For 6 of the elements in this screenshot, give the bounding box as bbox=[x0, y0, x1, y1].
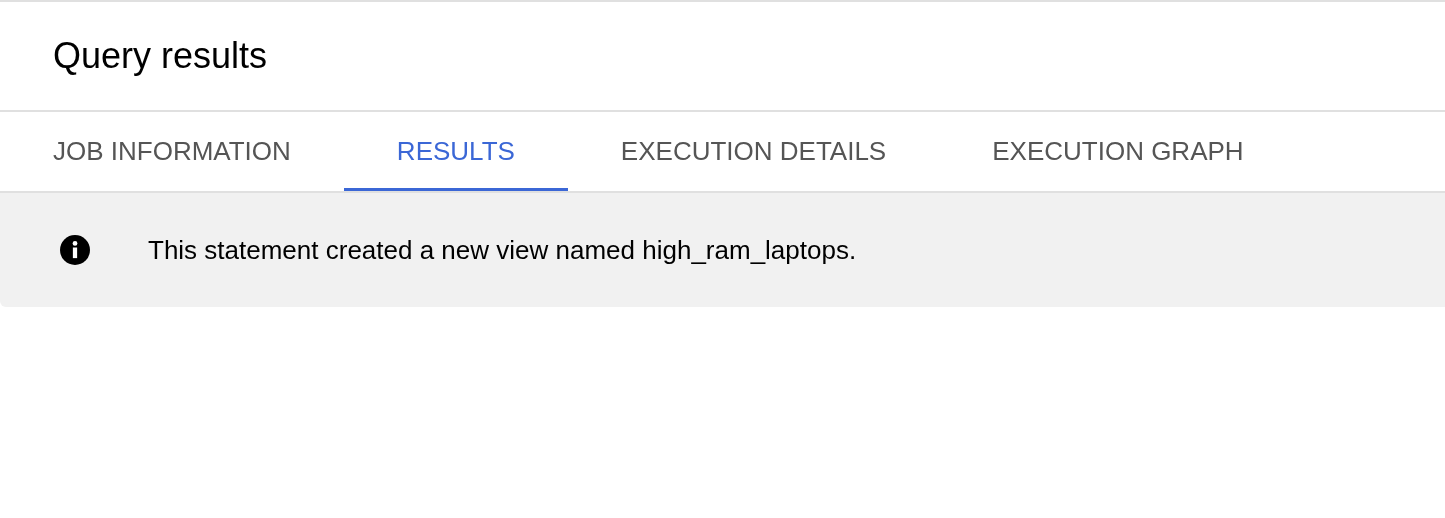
info-message: This statement created a new view named high_ram_laptops. bbox=[148, 234, 857, 266]
info-icon bbox=[60, 235, 90, 265]
panel-title: Query results bbox=[53, 35, 268, 77]
tab[interactable]: JOB INFORMATION bbox=[0, 112, 344, 191]
tab[interactable]: EXECUTION GRAPH bbox=[939, 112, 1297, 191]
tab[interactable]: EXECUTION DETAILS bbox=[567, 112, 940, 191]
